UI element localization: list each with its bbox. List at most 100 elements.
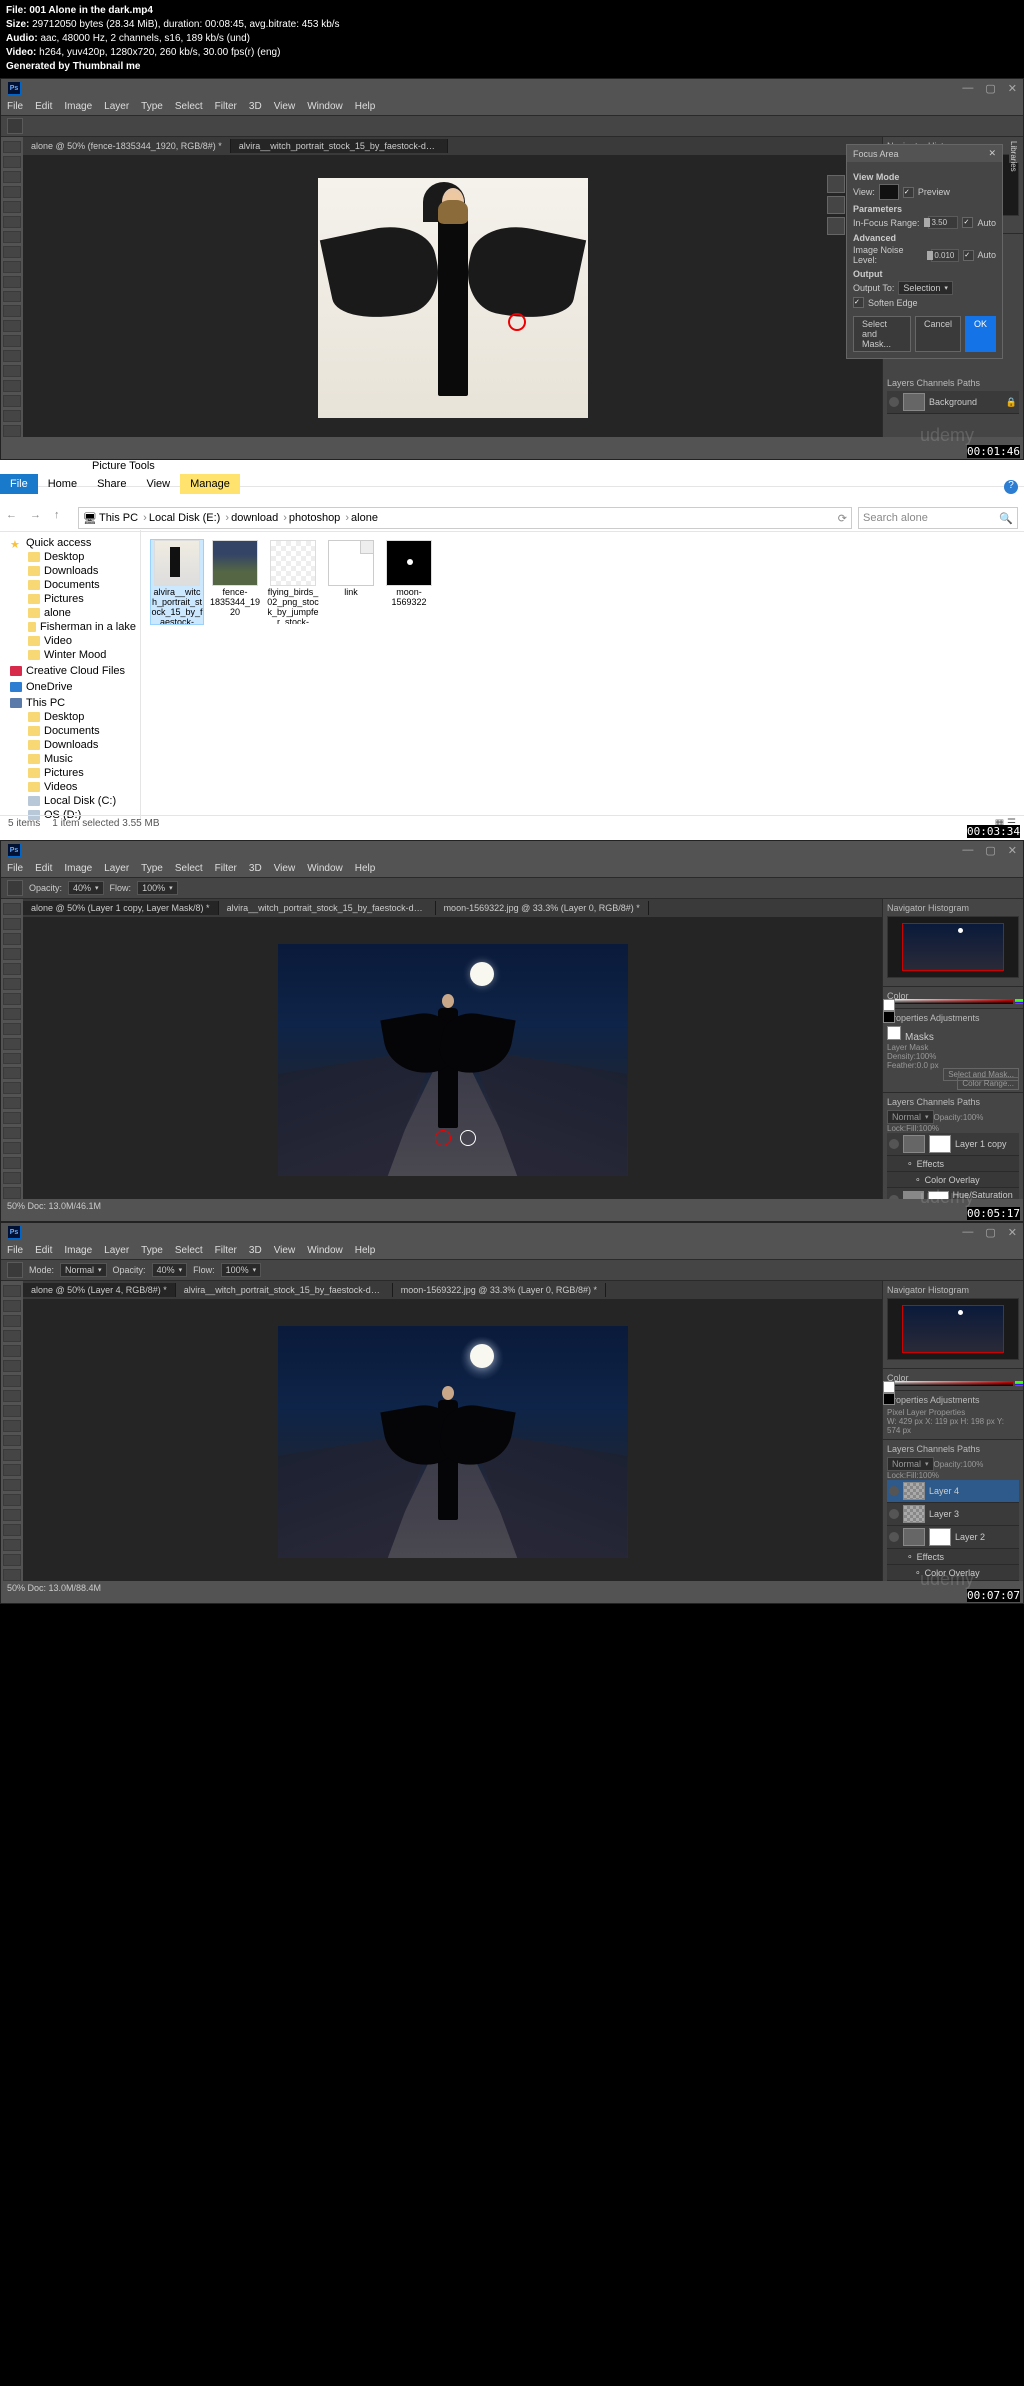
auto-check-1[interactable] [962, 217, 973, 228]
file-item[interactable]: flying_birds_02_png_stock_by_jumpfer_sto… [267, 540, 319, 624]
brush-icon[interactable] [7, 1262, 23, 1278]
visibility-icon[interactable] [889, 1532, 899, 1542]
layer-row[interactable]: Layer 3 [887, 1503, 1019, 1526]
file-item[interactable]: link [325, 540, 377, 598]
zoom-tool-icon[interactable] [3, 425, 21, 437]
tab-file[interactable]: File [0, 474, 38, 494]
ribbon-tabs[interactable]: File Home Share View Manage [0, 474, 240, 494]
preview-check[interactable] [903, 187, 914, 198]
color-panel[interactable]: Color [883, 987, 1023, 1009]
pen-tool-icon[interactable] [3, 350, 21, 362]
doc-tab-1[interactable]: alone @ 50% (Layer 1 copy, Layer Mask/8)… [23, 901, 219, 915]
libraries-tab[interactable]: Libraries [1009, 137, 1023, 163]
window-controls[interactable]: —▢✕ [962, 1226, 1017, 1239]
path-tool-icon[interactable] [3, 380, 21, 392]
gradient-tool-icon[interactable] [3, 305, 21, 317]
canvas[interactable] [23, 917, 882, 1203]
document-tabs[interactable]: alone @ 50% (Layer 4, RGB/8#) * alvira__… [23, 1281, 882, 1299]
properties-panel[interactable]: Properties Adjustments Pixel Layer Prope… [883, 1391, 1023, 1440]
nav-localc[interactable]: Local Disk (C:) [0, 794, 140, 808]
breadcrumb[interactable]: 🖥 This PCLocal Disk (E:)downloadphotosho… [78, 507, 852, 529]
tool-preset-icon[interactable] [7, 118, 23, 134]
doc-tab-2[interactable]: alvira__witch_portrait_stock_15_by_faest… [219, 901, 436, 915]
doc-tab-3[interactable]: moon-1569322.jpg @ 33.3% (Layer 0, RGB/8… [436, 901, 649, 915]
nav-pc-music[interactable]: Music [0, 752, 140, 766]
doc-tab-2[interactable]: alvira__witch_portrait_stock_15_by_faest… [231, 139, 448, 153]
blend-mode-dropdown[interactable]: Normal [887, 1110, 934, 1124]
doc-tab-2[interactable]: alvira__witch_portrait_stock_15_by_faest… [176, 1283, 393, 1297]
nav-desktop[interactable]: Desktop [0, 550, 140, 564]
visibility-icon[interactable] [889, 1139, 899, 1149]
tab-manage[interactable]: Manage [180, 474, 240, 494]
tab-share[interactable]: Share [87, 474, 136, 494]
nav-documents[interactable]: Documents [0, 578, 140, 592]
nav-pc-desktop[interactable]: Desktop [0, 710, 140, 724]
document-tabs[interactable]: alone @ 50% (Layer 1 copy, Layer Mask/8)… [23, 899, 882, 917]
tab-home[interactable]: Home [38, 474, 87, 494]
brush-tool-icon[interactable] [3, 246, 21, 258]
eraser-tool-icon[interactable] [3, 291, 21, 303]
blur-tool-icon[interactable] [3, 320, 21, 332]
lasso-tool-icon[interactable] [3, 171, 21, 183]
menubar[interactable]: FileEditImageLayerTypeSelectFilter3DView… [1, 859, 1023, 878]
toolbar[interactable] [1, 899, 23, 1203]
nav-pc-videos[interactable]: Videos [0, 780, 140, 794]
nav-pc-documents[interactable]: Documents [0, 724, 140, 738]
visibility-icon[interactable] [889, 1486, 899, 1496]
dodge-tool-icon[interactable] [3, 335, 21, 347]
wand-tool-icon[interactable] [3, 186, 21, 198]
window-controls[interactable]: —▢✕ [962, 844, 1017, 857]
doc-tab-3[interactable]: moon-1569322.jpg @ 33.3% (Layer 0, RGB/8… [393, 1283, 606, 1297]
ok-button[interactable]: OK [965, 316, 996, 352]
help-icon[interactable]: ? [1004, 480, 1018, 494]
auto-check-2[interactable] [963, 250, 973, 261]
options-bar[interactable]: Opacity:40% Flow:100% [1, 878, 1023, 899]
visibility-icon[interactable] [889, 1509, 899, 1519]
nav-quick-access[interactable]: ★Quick access [0, 536, 140, 550]
menubar[interactable]: FileEditImageLayerTypeSelectFilter3DView… [1, 97, 1023, 116]
doc-tab-1[interactable]: alone @ 50% (Layer 4, RGB/8#) * [23, 1283, 176, 1297]
layer-row[interactable]: ∘Color Overlay [887, 1172, 1019, 1188]
forward-icon[interactable]: → [30, 509, 48, 527]
shape-tool-icon[interactable] [3, 395, 21, 407]
nav-onedrive[interactable]: OneDrive [0, 680, 140, 694]
search-input[interactable]: Search alone🔍 [858, 507, 1018, 529]
crop-tool-icon[interactable] [3, 201, 21, 213]
view-thumb-icon[interactable] [879, 184, 899, 200]
eyedropper-tool-icon[interactable] [3, 216, 21, 228]
nav-video[interactable]: Video [0, 634, 140, 648]
file-item[interactable]: alvira__witch_portrait_stock_15_by_faest… [151, 540, 203, 624]
nav-winter[interactable]: Winter Mood [0, 648, 140, 662]
doc-tab-1[interactable]: alone @ 50% (fence-1835344_1920, RGB/8#)… [23, 139, 231, 153]
options-bar[interactable]: Mode:Normal Opacity:40% Flow:100% [1, 1260, 1023, 1281]
marquee-tool-icon[interactable] [3, 156, 21, 168]
options-bar[interactable] [1, 116, 1023, 137]
file-list[interactable]: alvira__witch_portrait_stock_15_by_faest… [141, 530, 1024, 820]
output-dropdown[interactable]: Selection [898, 281, 953, 295]
opacity-field[interactable]: 40% [152, 1263, 188, 1277]
layers-panel[interactable]: Layers Channels Paths NormalOpacity:100%… [883, 1440, 1023, 1586]
menubar[interactable]: FileEditImageLayerTypeSelectFilter3DView… [1, 1241, 1023, 1260]
history-tool-icon[interactable] [3, 276, 21, 288]
type-tool-icon[interactable] [3, 365, 21, 377]
blend-dropdown[interactable]: Normal [60, 1263, 107, 1277]
focus-slider[interactable] [924, 221, 925, 224]
opacity-field[interactable]: 40% [68, 881, 104, 895]
refresh-icon[interactable]: ⟳ [838, 512, 847, 525]
canvas[interactable] [23, 155, 882, 441]
nav-thispc[interactable]: This PC [0, 696, 140, 710]
navigator-panel[interactable]: Navigator Histogram [883, 899, 1023, 987]
nav-cc[interactable]: Creative Cloud Files [0, 664, 140, 678]
flow-field[interactable]: 100% [137, 881, 178, 895]
nav-pane[interactable]: ★Quick access Desktop Downloads Document… [0, 530, 141, 820]
soften-check[interactable] [853, 297, 864, 308]
properties-panel[interactable]: Properties Adjustments Masks Layer Mask … [883, 1009, 1023, 1093]
nav-alone[interactable]: alone [0, 606, 140, 620]
layer-row[interactable]: Layer 1 copy [887, 1133, 1019, 1156]
cancel-button[interactable]: Cancel [915, 316, 961, 352]
brush-icon[interactable] [7, 880, 23, 896]
nav-fisherman[interactable]: Fisherman in a lake [0, 620, 140, 634]
move-tool-icon[interactable] [3, 141, 21, 153]
canvas[interactable] [23, 1299, 882, 1585]
file-item[interactable]: fence-1835344_1920 [209, 540, 261, 618]
